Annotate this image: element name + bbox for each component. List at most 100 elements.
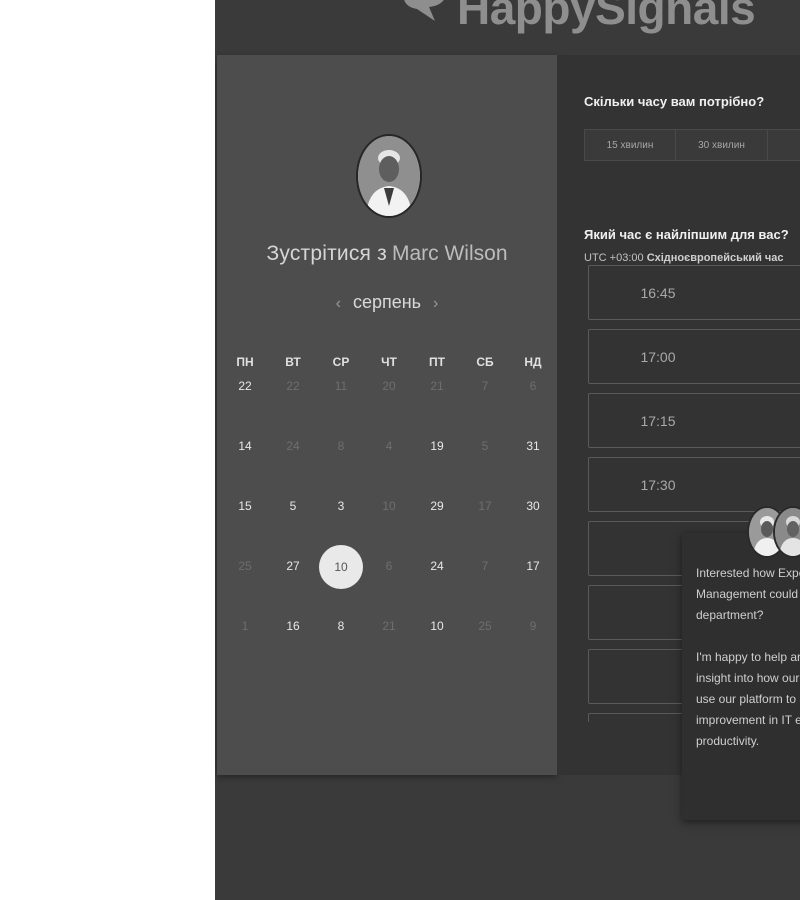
timezone-name: Східноєвропейський час bbox=[646, 252, 784, 264]
calendar-day-number: 7 bbox=[481, 379, 489, 393]
duration-tabs: 15 хвилин 30 хвилин bbox=[584, 129, 800, 161]
weekday-label: ПТ bbox=[429, 355, 445, 369]
happysignals-logo: HappySignals bbox=[395, 0, 756, 38]
booking-page: HappySignals Зустрітися з Marc Wilson ‹ се… bbox=[215, 0, 800, 900]
calendar-day: 21 bbox=[365, 615, 413, 667]
calendar-day[interactable]: 17 bbox=[509, 555, 557, 607]
calendar-day-number: 25 bbox=[478, 619, 492, 633]
calendar-day: 17 bbox=[461, 495, 509, 547]
calendar-week: 22 22 11 20 21 7 6 bbox=[221, 375, 557, 435]
calendar-day[interactable]: 22 bbox=[221, 375, 269, 427]
host-name: Marc Wilson bbox=[391, 242, 508, 265]
time-slot[interactable]: 16:45 bbox=[588, 265, 800, 320]
calendar-day-number: 22 bbox=[286, 379, 300, 393]
calendar-grid: ПН ВТ СР ЧТ ПТ СБ НД 22 22 11 20 21 7 6 14 24 8 4 1… bbox=[221, 355, 557, 675]
calendar-day: 21 bbox=[413, 375, 461, 427]
calendar-day-number: 22 bbox=[238, 379, 252, 393]
weekday-label: СБ bbox=[476, 355, 494, 369]
calendar-day: 11 bbox=[317, 375, 365, 427]
calendar-day-number: 10 bbox=[382, 499, 396, 513]
calendar-day[interactable]: 10 bbox=[413, 615, 461, 667]
calendar-day: 6 bbox=[365, 555, 413, 607]
prev-month-icon[interactable]: ‹ bbox=[336, 295, 341, 312]
calendar-day-number: 3 bbox=[337, 499, 345, 513]
next-month-icon[interactable]: › bbox=[433, 295, 438, 312]
calendar-day[interactable]: 15 bbox=[221, 495, 269, 547]
calendar-day-number: 16 bbox=[286, 619, 300, 633]
calendar-day-number: 8 bbox=[337, 439, 345, 453]
calendar-day-number: 14 bbox=[238, 439, 252, 453]
calendar-day-number: 10 bbox=[319, 545, 363, 589]
calendar-day[interactable]: 31 bbox=[509, 435, 557, 487]
calendar-day: 22 bbox=[269, 375, 317, 427]
calendar-day[interactable]: 19 bbox=[413, 435, 461, 487]
calendar-day-number: 24 bbox=[430, 559, 444, 573]
speech-bubble-icon bbox=[395, 0, 459, 37]
calendar-day-number: 24 bbox=[286, 439, 300, 453]
calendar-day[interactable]: 14 bbox=[221, 435, 269, 487]
calendar-day[interactable]: 5 bbox=[269, 495, 317, 547]
calendar-day-number: 7 bbox=[481, 559, 489, 573]
calendar-day: 10 bbox=[365, 495, 413, 547]
calendar-day-number: 20 bbox=[382, 379, 396, 393]
calendar-day-number: 4 bbox=[385, 439, 393, 453]
duration-option-3[interactable] bbox=[768, 129, 800, 161]
duration-option-15[interactable]: 15 хвилин bbox=[584, 129, 676, 161]
calendar-day[interactable]: 27 bbox=[269, 555, 317, 607]
calendar-day-number: 21 bbox=[382, 619, 396, 633]
calendar-days: 22 22 11 20 21 7 6 14 24 8 4 19 5 31 15 5 3 10 29 17 30 25 27 1… bbox=[221, 375, 557, 675]
time-question: Який час є найліпшим для вас? bbox=[584, 227, 789, 242]
calendar-day[interactable]: 24 bbox=[413, 555, 461, 607]
calendar-day-number: 6 bbox=[385, 559, 393, 573]
calendar-day[interactable]: 29 bbox=[413, 495, 461, 547]
duration-option-30[interactable]: 30 хвилин bbox=[676, 129, 768, 161]
calendar-day[interactable]: 16 bbox=[269, 615, 317, 667]
calendar-day-number: 21 bbox=[430, 379, 444, 393]
host-avatar bbox=[356, 134, 422, 218]
calendar-day-number: 1 bbox=[241, 619, 249, 633]
timezone-label: UTC +03:00 Східноєвропейський час bbox=[584, 252, 784, 264]
weekday-label: ПН bbox=[236, 355, 254, 369]
time-slot[interactable]: 17:15 bbox=[588, 393, 800, 448]
calendar-week: 25 27 10 6 24 7 17 bbox=[221, 545, 557, 615]
weekday-header: ПН ВТ СР ЧТ ПТ СБ НД bbox=[221, 355, 557, 375]
month-label: серпень bbox=[352, 292, 422, 312]
calendar-day-number: 25 bbox=[238, 559, 252, 573]
calendar-day[interactable]: 3 bbox=[317, 495, 365, 547]
calendar-day: 24 bbox=[269, 435, 317, 487]
calendar-day-number: 29 bbox=[430, 499, 444, 513]
calendar-day-number: 6 bbox=[529, 379, 537, 393]
time-slot[interactable]: 17:30 bbox=[588, 457, 800, 512]
calendar-day-number: 8 bbox=[337, 619, 345, 633]
calendar-day-number: 31 bbox=[526, 439, 540, 453]
calendar-day-selected[interactable]: 10 bbox=[317, 545, 365, 607]
calendar-day-number: 27 bbox=[286, 559, 300, 573]
month-navigation: ‹ серпень › bbox=[217, 292, 557, 313]
calendar-day: 25 bbox=[461, 615, 509, 667]
calendar-day: 7 bbox=[461, 555, 509, 607]
time-slot[interactable]: 17:00 bbox=[588, 329, 800, 384]
calendar-panel: Зустрітися з Marc Wilson ‹ серпень › ПН ВТ … bbox=[217, 55, 557, 775]
calendar-day: 9 bbox=[509, 615, 557, 667]
chat-popup[interactable]: Interested how Expe Management could dep… bbox=[682, 533, 800, 820]
calendar-day-number: 19 bbox=[430, 439, 444, 453]
calendar-week: 14 24 8 4 19 5 31 bbox=[221, 435, 557, 495]
calendar-day-number: 9 bbox=[529, 619, 537, 633]
calendar-day-number: 5 bbox=[289, 499, 297, 513]
calendar-day[interactable]: 30 bbox=[509, 495, 557, 547]
calendar-week: 15 5 3 10 29 17 30 bbox=[221, 495, 557, 555]
timezone-offset: UTC +03:00 bbox=[584, 252, 644, 264]
calendar-day: 25 bbox=[221, 555, 269, 607]
calendar-day-number: 11 bbox=[334, 379, 348, 393]
calendar-day-number: 30 bbox=[526, 499, 540, 513]
meeting-title: Зустрітися з Marc Wilson bbox=[217, 242, 557, 266]
calendar-day-number: 5 bbox=[481, 439, 489, 453]
calendar-day: 7 bbox=[461, 375, 509, 427]
weekday-label: ВТ bbox=[285, 355, 301, 369]
calendar-week: 1 16 8 21 10 25 9 bbox=[221, 615, 557, 675]
weekday-label: ЧТ bbox=[381, 355, 397, 369]
weekday-label: СР bbox=[332, 355, 350, 369]
calendar-day[interactable]: 8 bbox=[317, 615, 365, 667]
calendar-day: 20 bbox=[365, 375, 413, 427]
calendar-day: 5 bbox=[461, 435, 509, 487]
